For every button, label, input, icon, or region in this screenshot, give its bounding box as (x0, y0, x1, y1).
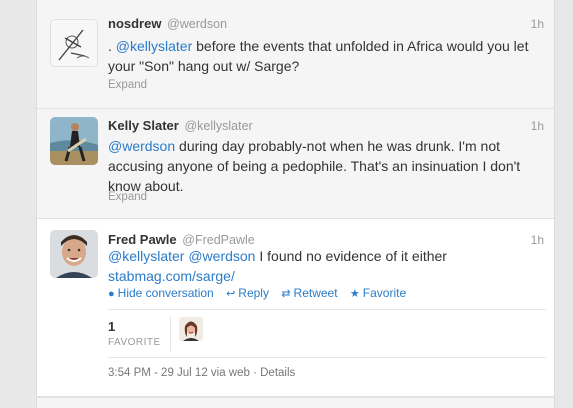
reply-label: Reply (238, 286, 269, 300)
tweet-text: . @kellyslater before the events that un… (108, 36, 548, 76)
retweet-label: Retweet (293, 286, 338, 300)
avatar-kelly-slater[interactable] (50, 117, 98, 165)
favoriter-photo-icon (179, 317, 203, 341)
mention-link[interactable]: @werdson (108, 138, 175, 154)
favoriter-avatar[interactable] (179, 317, 203, 341)
favorite-button[interactable]: ★ Favorite (350, 286, 406, 300)
tweet-text: @kellyslater @werdson I found no evidenc… (108, 246, 548, 286)
avatar-nosdrew[interactable] (50, 19, 98, 67)
username[interactable]: @FredPawle (182, 233, 254, 247)
favorites-label: FAVORITE (108, 337, 161, 348)
mention-link[interactable]: @kellyslater (108, 248, 184, 264)
fred-pawle-photo-icon (50, 230, 98, 278)
hide-conversation-button[interactable]: ● Hide conversation (108, 286, 214, 300)
reply-button[interactable]: ↩ Reply (226, 286, 269, 300)
mention-link[interactable]: @kellyslater (116, 38, 192, 54)
tweet-header: nosdrew @werdson 1h (108, 16, 544, 32)
next-tweet-edge (37, 397, 554, 408)
tweet-stats: 1 FAVORITE (108, 309, 546, 358)
favorites-count: 1 (108, 319, 116, 334)
expand-link[interactable]: Expand (108, 79, 147, 91)
retweet-icon: ⇄ (281, 288, 291, 300)
nosdrew-logo-icon (51, 20, 97, 66)
url-link[interactable]: stabmag.com/sarge/ (108, 268, 235, 284)
hide-conversation-label: Hide conversation (117, 286, 214, 300)
stats-divider (170, 316, 171, 351)
star-icon: ★ (349, 288, 360, 300)
tweet-timeline: nosdrew @werdson 1h . @kellyslater befor… (36, 0, 555, 408)
tweet-header: Kelly Slater @kellyslater 1h (108, 118, 544, 134)
kelly-slater-photo-icon (50, 117, 98, 165)
favorite-label: Favorite (362, 286, 407, 300)
username[interactable]: @werdson (167, 17, 227, 31)
speech-bubble-icon: ● (108, 288, 115, 300)
expand-link[interactable]: Expand (108, 191, 147, 203)
text-body: I found no evidence of it either (255, 248, 447, 264)
username[interactable]: @kellyslater (184, 119, 252, 133)
text-prefix: . (108, 38, 116, 54)
fullname[interactable]: nosdrew (108, 16, 161, 31)
favorites-stat[interactable]: 1 FAVORITE (108, 319, 168, 348)
reply-arrow-icon: ↩ (226, 288, 236, 300)
tweet-nosdrew[interactable]: nosdrew @werdson 1h . @kellyslater befor… (37, 0, 554, 109)
retweet-button[interactable]: ⇄ Retweet (281, 286, 337, 300)
tweet-text: @werdson during day probably-not when he… (108, 136, 548, 196)
tweet-meta[interactable]: 3:54 PM - 29 Jul 12 via web · Details (108, 367, 295, 379)
timestamp[interactable]: 1h (531, 118, 544, 134)
timestamp[interactable]: 1h (531, 16, 544, 32)
tweet-kelly-slater[interactable]: Kelly Slater @kellyslater 1h @werdson du… (37, 109, 554, 219)
fullname[interactable]: Kelly Slater (108, 118, 179, 133)
tweet-fred-pawle[interactable]: Fred Pawle @FredPawle 1h @kellyslater @w… (37, 219, 554, 397)
mention-link[interactable]: @werdson (188, 248, 255, 264)
avatar-fred-pawle[interactable] (50, 230, 98, 278)
fullname[interactable]: Fred Pawle (108, 232, 177, 247)
tweet-actions: ● Hide conversation ↩ Reply ⇄ Retweet ★ Favo… (108, 286, 415, 300)
